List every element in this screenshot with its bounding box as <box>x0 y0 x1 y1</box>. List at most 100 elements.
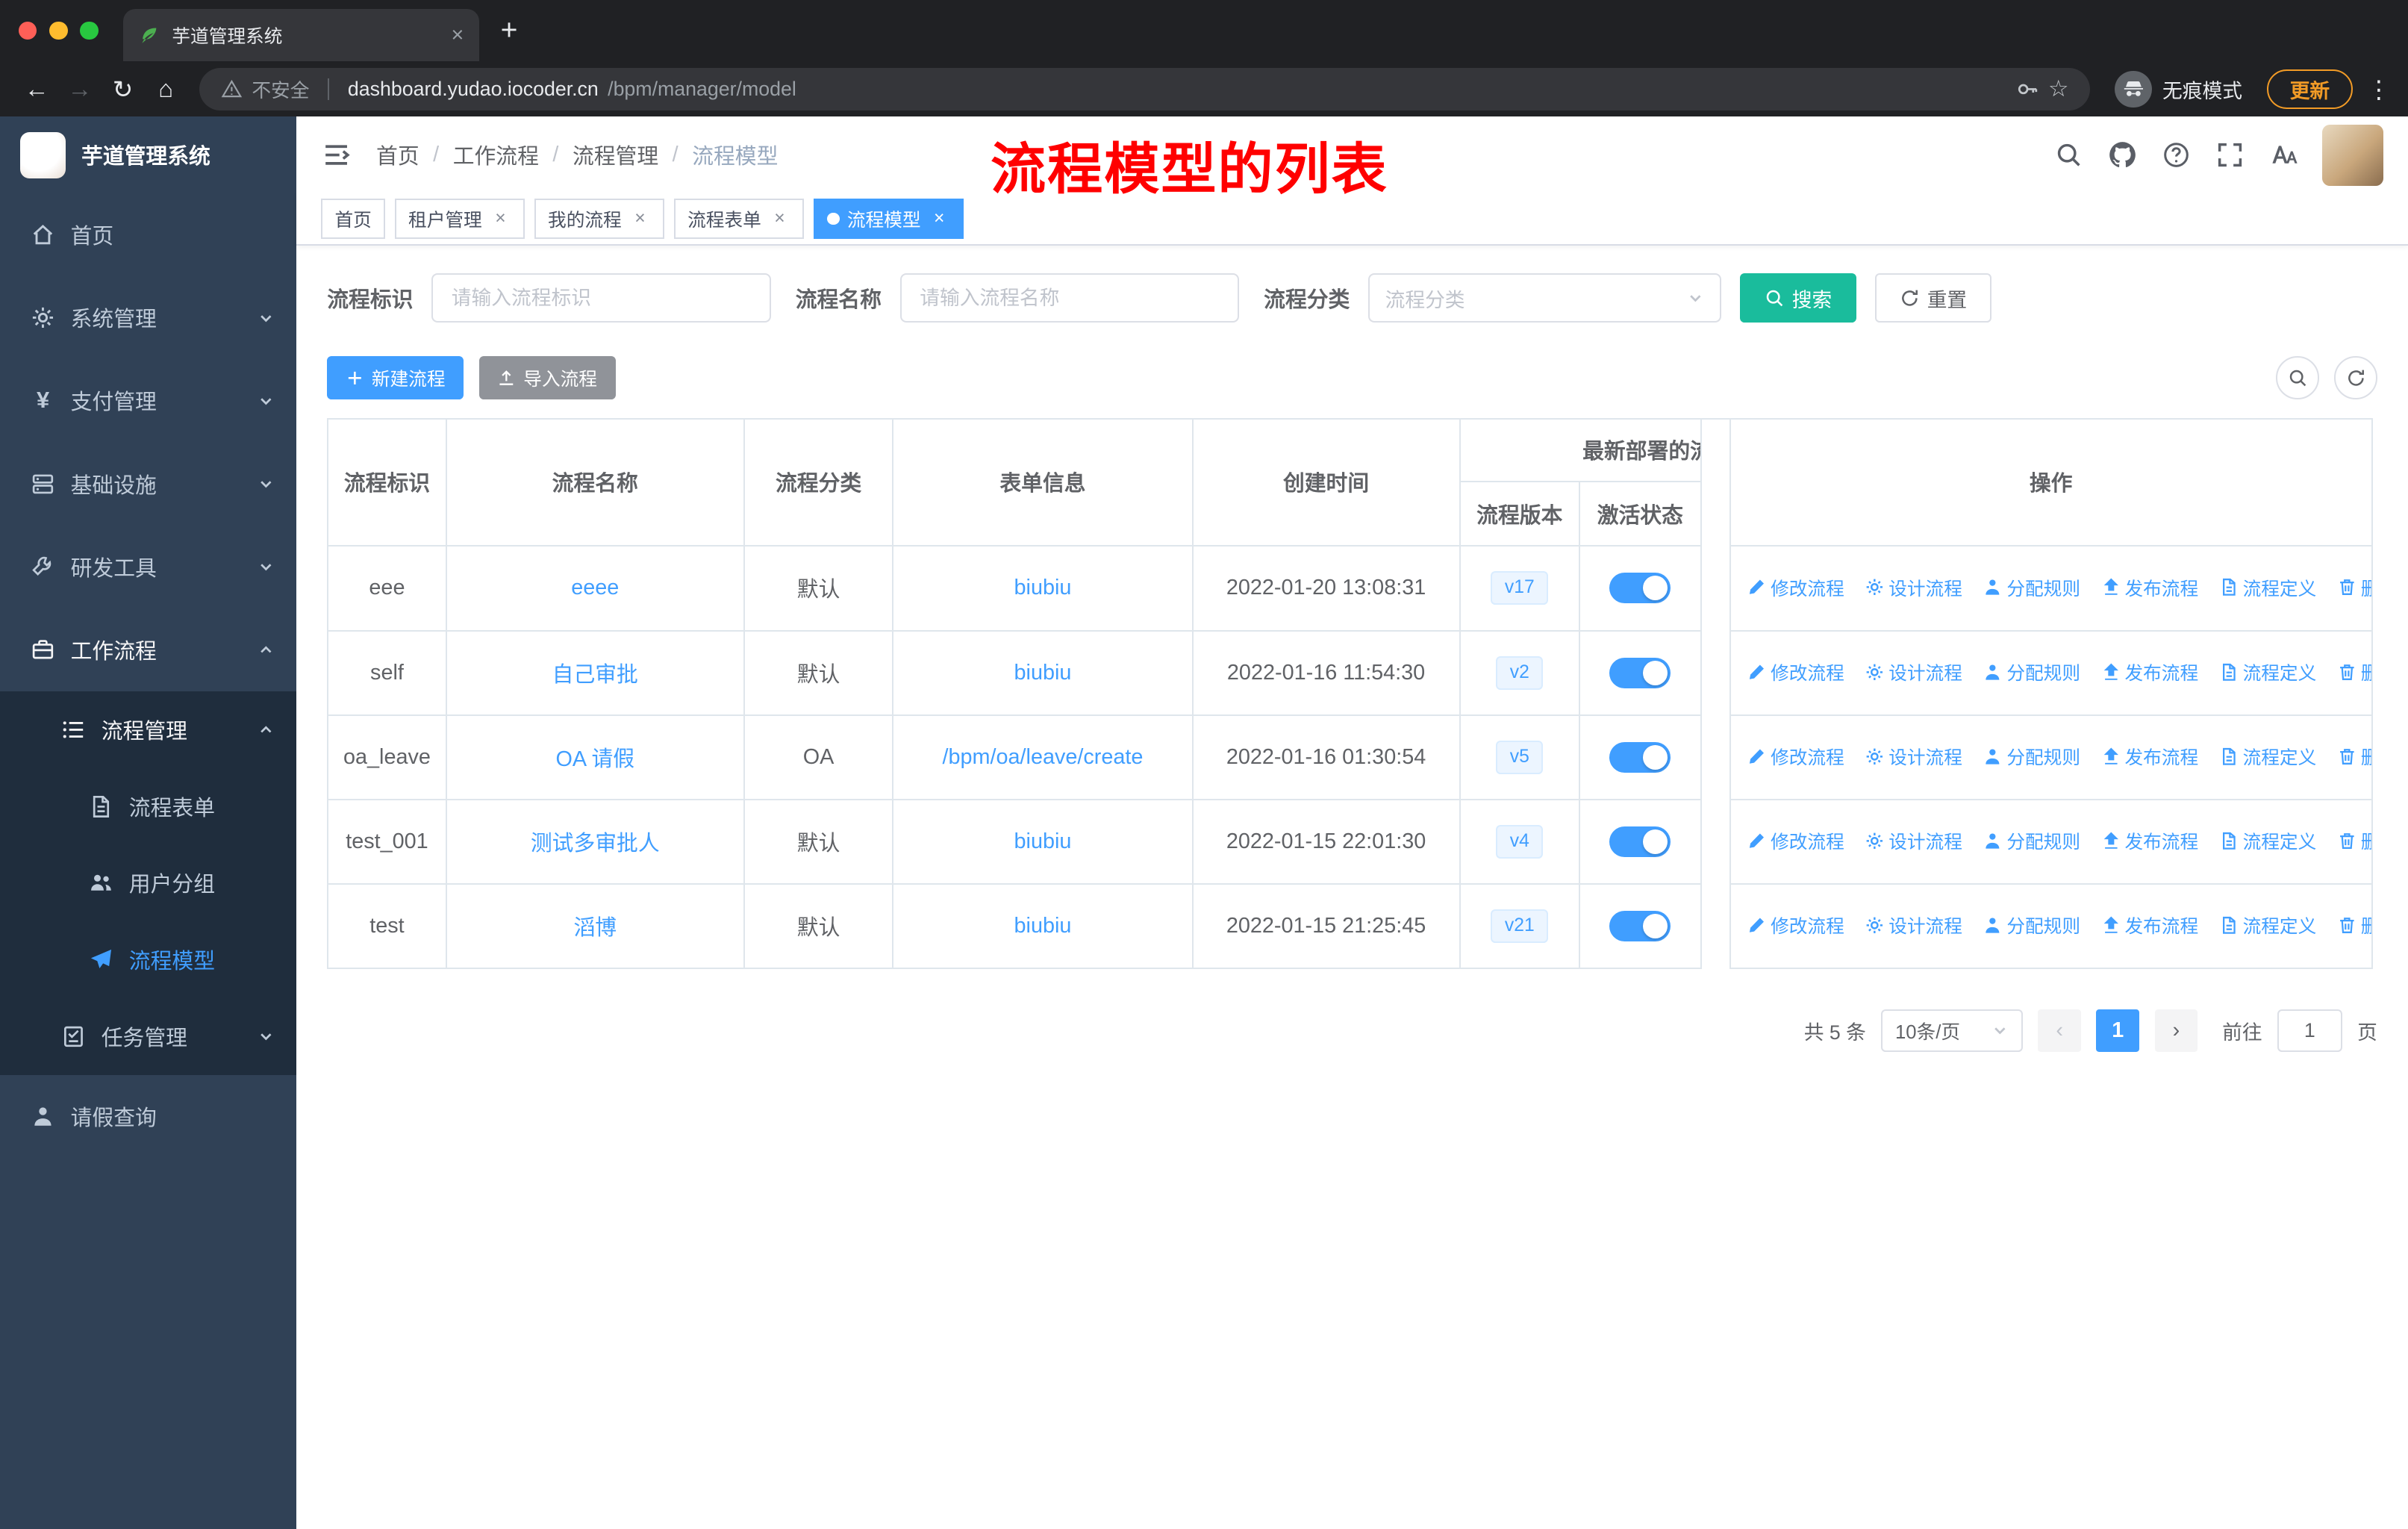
action-design-link[interactable]: 设计流程 <box>1865 574 1962 601</box>
sidebar-item-infrastructure[interactable]: 基础设施 <box>0 442 296 525</box>
status-toggle[interactable] <box>1609 657 1671 688</box>
action-definition-link[interactable]: 流程定义 <box>2220 912 2316 938</box>
action-assign-rule-link[interactable]: 分配规则 <box>1983 827 2080 854</box>
bookmark-star-icon[interactable]: ☆ <box>2048 75 2069 102</box>
cell-form-link[interactable]: biubiu <box>893 546 1194 632</box>
action-delete-link[interactable]: 删除 <box>2338 574 2371 601</box>
fullscreen-icon[interactable] <box>2215 140 2245 170</box>
browser-menu-icon[interactable]: ⋮ <box>2365 75 2392 104</box>
github-icon[interactable] <box>2107 140 2138 170</box>
forward-button[interactable]: → <box>58 75 102 103</box>
action-delete-link[interactable]: 删除 <box>2338 743 2371 770</box>
tab-close-icon[interactable]: × <box>451 23 464 48</box>
sidebar-item-process-form[interactable]: 流程表单 <box>0 767 297 845</box>
password-key-icon[interactable] <box>2016 78 2039 101</box>
tag-close-icon[interactable]: × <box>629 208 651 229</box>
status-toggle[interactable] <box>1609 826 1671 857</box>
help-icon[interactable] <box>2161 140 2192 170</box>
status-toggle[interactable] <box>1609 573 1671 604</box>
action-modify-link[interactable]: 修改流程 <box>1747 912 1844 938</box>
browser-update-button[interactable]: 更新 <box>2266 69 2353 110</box>
toggle-search-button[interactable] <box>2276 356 2319 399</box>
action-delete-link[interactable]: 删除 <box>2338 658 2371 685</box>
action-publish-link[interactable]: 发布流程 <box>2102 658 2198 685</box>
cell-name-link[interactable]: 滔博 <box>446 884 745 970</box>
page-size-select[interactable]: 10条/页 <box>1881 1009 2023 1053</box>
action-definition-link[interactable]: 流程定义 <box>2220 574 2316 601</box>
action-modify-link[interactable]: 修改流程 <box>1747 574 1844 601</box>
cell-form-link[interactable]: biubiu <box>893 800 1194 885</box>
window-close-button[interactable] <box>18 21 37 40</box>
process-category-select[interactable]: 流程分类 <box>1368 273 1722 323</box>
cell-form-link[interactable]: biubiu <box>893 631 1194 716</box>
window-zoom-button[interactable] <box>79 21 99 40</box>
process-key-input[interactable] <box>431 273 771 323</box>
tag-close-icon[interactable]: × <box>769 208 790 229</box>
sidebar-item-leave-query[interactable]: 请假查询 <box>0 1075 296 1158</box>
process-name-input[interactable] <box>899 273 1240 323</box>
hamburger-icon[interactable] <box>321 140 352 170</box>
sidebar-item-process-model[interactable]: 流程模型 <box>0 921 297 999</box>
action-modify-link[interactable]: 修改流程 <box>1747 658 1844 685</box>
create-process-button[interactable]: 新建流程 <box>327 356 464 399</box>
action-modify-link[interactable]: 修改流程 <box>1747 743 1844 770</box>
back-button[interactable]: ← <box>16 75 59 103</box>
action-publish-link[interactable]: 发布流程 <box>2102 743 2198 770</box>
cell-form-link[interactable]: biubiu <box>893 884 1194 970</box>
status-toggle[interactable] <box>1609 910 1671 942</box>
action-modify-link[interactable]: 修改流程 <box>1747 827 1844 854</box>
sidebar-item-home[interactable]: 首页 <box>0 193 296 276</box>
reload-button[interactable]: ↻ <box>102 75 145 104</box>
action-definition-link[interactable]: 流程定义 <box>2220 827 2316 854</box>
tag-process-form[interactable]: 流程表单 × <box>673 199 805 239</box>
action-assign-rule-link[interactable]: 分配规则 <box>1983 912 2080 938</box>
next-page-button[interactable]: › <box>2154 1009 2198 1053</box>
refresh-table-button[interactable] <box>2334 356 2377 399</box>
tag-my-process[interactable]: 我的流程 × <box>534 199 665 239</box>
sidebar-item-task-management[interactable]: 任务管理 <box>0 998 297 1076</box>
sidebar-item-system-management[interactable]: 系统管理 <box>0 276 296 359</box>
breadcrumb-workflow[interactable]: 工作流程 <box>453 140 539 170</box>
status-toggle[interactable] <box>1609 741 1671 773</box>
action-delete-link[interactable]: 删除 <box>2338 827 2371 854</box>
address-bar[interactable]: 不安全 dashboard.yudao.iocoder.cn/bpm/manag… <box>199 67 2091 111</box>
action-publish-link[interactable]: 发布流程 <box>2102 574 2198 601</box>
action-definition-link[interactable]: 流程定义 <box>2220 743 2316 770</box>
goto-page-input[interactable] <box>2277 1009 2342 1053</box>
import-process-button[interactable]: 导入流程 <box>478 356 616 399</box>
user-avatar[interactable] <box>2321 124 2384 186</box>
sidebar-item-process-management[interactable]: 流程管理 <box>0 691 297 768</box>
tag-home[interactable]: 首页 <box>320 199 386 239</box>
cell-name-link[interactable]: OA 请假 <box>446 715 745 800</box>
action-design-link[interactable]: 设计流程 <box>1865 827 1962 854</box>
action-delete-link[interactable]: 删除 <box>2338 912 2371 938</box>
action-design-link[interactable]: 设计流程 <box>1865 912 1962 938</box>
action-definition-link[interactable]: 流程定义 <box>2220 658 2316 685</box>
browser-tab[interactable]: 芋道管理系统 × <box>122 9 479 62</box>
tag-tenant-management[interactable]: 租户管理 × <box>394 199 525 239</box>
action-design-link[interactable]: 设计流程 <box>1865 658 1962 685</box>
breadcrumb-home[interactable]: 首页 <box>376 140 419 170</box>
home-button[interactable]: ⌂ <box>144 75 187 103</box>
cell-name-link[interactable]: 自己审批 <box>446 631 745 716</box>
prev-page-button[interactable]: ‹ <box>2038 1009 2081 1053</box>
action-assign-rule-link[interactable]: 分配规则 <box>1983 574 2080 601</box>
tag-close-icon[interactable]: × <box>929 208 950 229</box>
action-publish-link[interactable]: 发布流程 <box>2102 827 2198 854</box>
window-minimize-button[interactable] <box>49 21 68 40</box>
reset-button[interactable]: 重置 <box>1874 273 1992 323</box>
sidebar-item-user-group[interactable]: 用户分组 <box>0 844 297 922</box>
tag-process-model[interactable]: 流程模型 × <box>813 199 964 239</box>
cell-name-link[interactable]: eeee <box>446 546 745 632</box>
cell-name-link[interactable]: 测试多审批人 <box>446 800 745 885</box>
sidebar-item-payment-management[interactable]: ¥ 支付管理 <box>0 359 296 442</box>
tag-close-icon[interactable]: × <box>490 208 511 229</box>
search-icon[interactable] <box>2053 140 2084 170</box>
action-assign-rule-link[interactable]: 分配规则 <box>1983 743 2080 770</box>
action-design-link[interactable]: 设计流程 <box>1865 743 1962 770</box>
sidebar-item-dev-tools[interactable]: 研发工具 <box>0 526 296 608</box>
page-1-button[interactable]: 1 <box>2096 1009 2140 1053</box>
cell-form-link[interactable]: /bpm/oa/leave/create <box>893 715 1194 800</box>
font-size-icon[interactable] <box>2268 140 2299 170</box>
breadcrumb-process-management[interactable]: 流程管理 <box>573 140 658 170</box>
